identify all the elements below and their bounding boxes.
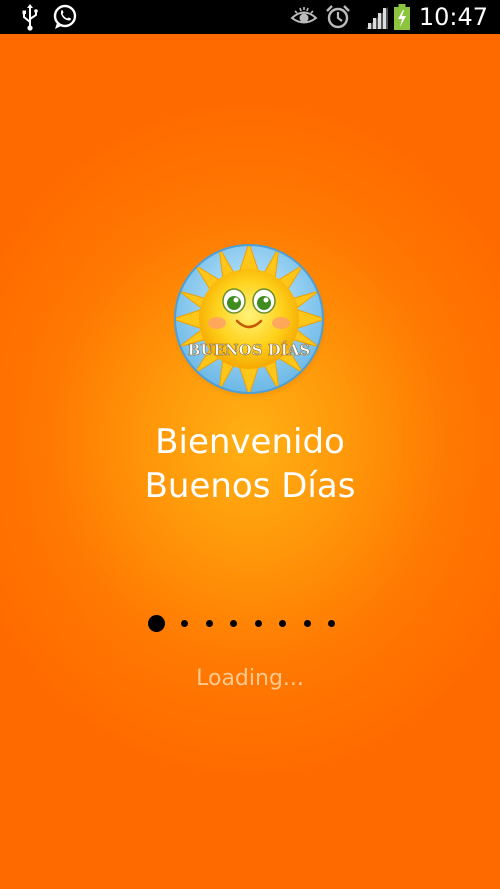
splash-screen: 10:47 BUENOS DÍAS Bienvenido Buenos Días… (0, 0, 500, 889)
signal-icon (366, 7, 388, 29)
whatsapp-icon (53, 4, 77, 29)
progress-dot (205, 620, 213, 627)
logo-text: BUENOS DÍAS (188, 341, 311, 359)
progress-dot (279, 620, 286, 627)
progress-dot (230, 620, 237, 627)
eye-icon (290, 7, 318, 24)
progress-dot (328, 620, 335, 627)
progress-dot (254, 620, 262, 627)
welcome-title-line1: Bienvenido (155, 422, 345, 462)
progress-dot (181, 620, 188, 627)
status-bar: 10:47 (0, 0, 500, 34)
usb-icon (22, 4, 38, 31)
alarm-icon (326, 5, 350, 29)
battery-charging-icon (394, 4, 410, 30)
sun-logo-icon: BUENOS DÍAS (172, 244, 327, 400)
status-time: 10:47 (418, 3, 488, 31)
progress-dot-active (148, 615, 165, 632)
welcome-title-line2: Buenos Días (144, 466, 356, 506)
loading-progress-dots (148, 612, 338, 636)
progress-dot (303, 620, 311, 627)
loading-label: Loading... (196, 666, 304, 691)
